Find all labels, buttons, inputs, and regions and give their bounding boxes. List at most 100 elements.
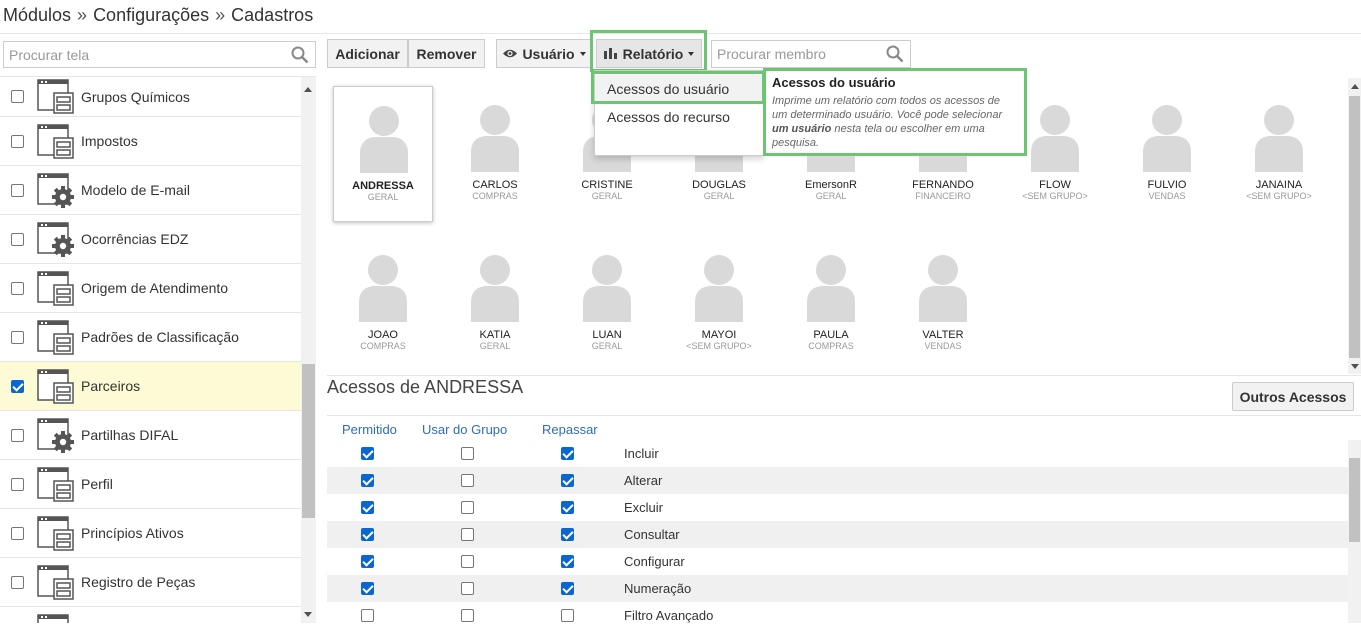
repassar-checkbox[interactable] <box>561 555 574 568</box>
sidebar-item[interactable]: Ocorrências EDZ <box>0 215 301 264</box>
usar-do-grupo-checkbox[interactable] <box>461 501 474 514</box>
permitido-checkbox[interactable] <box>361 447 374 460</box>
breadcrumb-configuracoes[interactable]: Configurações <box>93 5 209 26</box>
permitido-checkbox[interactable] <box>361 528 374 541</box>
user-name: FLOW <box>1039 179 1071 191</box>
sidebar-item[interactable]: Registro de Peças <box>0 558 301 607</box>
sidebar-item-checkbox[interactable] <box>11 183 24 197</box>
user-card[interactable]: PAULA COMPRAS <box>781 236 881 372</box>
sidebar-item[interactable]: Grupos Químicos <box>0 77 301 117</box>
user-name: MAYOI <box>701 329 737 341</box>
user-card[interactable]: JANAINA <SEM GRUPO> <box>1229 86 1329 222</box>
sidebar-item-checkbox[interactable] <box>11 134 24 148</box>
breadcrumb-separator: » <box>215 5 226 25</box>
sidebar-item-checkbox[interactable] <box>11 428 24 442</box>
sidebar-item[interactable]: Perfil <box>0 460 301 509</box>
breadcrumb: Módulos » Configurações » Cadastros <box>3 5 313 26</box>
screen-list: Grupos Químicos Impostos Modelo de E-mail O… <box>0 76 316 623</box>
usar-do-grupo-checkbox[interactable] <box>461 447 474 460</box>
repassar-checkbox[interactable] <box>561 609 574 622</box>
sidebar-item-label: Origem de Atendimento <box>81 280 229 296</box>
search-icon[interactable] <box>886 45 904 63</box>
repassar-checkbox[interactable] <box>561 474 574 487</box>
sidebar-item-checkbox[interactable] <box>11 232 24 246</box>
repassar-checkbox[interactable] <box>561 447 574 460</box>
member-search-box <box>711 40 911 68</box>
sidebar-item-label: Partilhas DIFAL <box>81 427 179 443</box>
user-card[interactable]: ANDRESSA GERAL <box>333 86 433 222</box>
breadcrumb-modulos[interactable]: Módulos <box>3 5 71 26</box>
user-group: FINANCEIRO <box>915 191 971 201</box>
sidebar-item[interactable]: Princípios Ativos <box>0 509 301 558</box>
user-card[interactable]: JOAO COMPRAS <box>333 236 433 372</box>
search-icon[interactable] <box>291 46 309 64</box>
usar-do-grupo-checkbox[interactable] <box>461 555 474 568</box>
remove-button[interactable]: Remover <box>408 39 485 68</box>
permitido-checkbox[interactable] <box>361 582 374 595</box>
sidebar-item-label: Padrões de Classificação <box>81 329 239 345</box>
report-button-highlight <box>590 30 707 72</box>
screen-search-input[interactable] <box>4 42 315 67</box>
sidebar-item-partial[interactable] <box>0 607 301 623</box>
sidebar-item-checkbox[interactable] <box>11 575 24 589</box>
sidebar-item-checkbox[interactable] <box>11 90 24 103</box>
sidebar-item[interactable]: Origem de Atendimento <box>0 264 301 313</box>
permissions-scrollbar-thumb[interactable] <box>1349 458 1360 542</box>
sidebar-scrollbar-thumb[interactable] <box>302 364 315 518</box>
users-scroll-up-icon[interactable] <box>1351 84 1359 89</box>
other-access-button[interactable]: Outros Acessos <box>1232 382 1354 411</box>
usar-do-grupo-checkbox[interactable] <box>461 474 474 487</box>
user-name: ANDRESSA <box>352 180 414 192</box>
user-card[interactable]: KATIA GERAL <box>445 236 545 372</box>
sidebar-item-checkbox[interactable] <box>11 526 24 540</box>
users-scroll-down-icon[interactable] <box>1351 364 1359 369</box>
avatar <box>581 250 633 322</box>
user-name: LUAN <box>592 329 622 341</box>
repassar-checkbox[interactable] <box>561 582 574 595</box>
permission-row: Alterar <box>327 467 1348 494</box>
user-card[interactable]: VALTER VENDAS <box>893 236 993 372</box>
users-scrollbar-thumb[interactable] <box>1349 96 1360 358</box>
sidebar-item-label: Impostos <box>81 133 138 149</box>
usar-do-grupo-checkbox[interactable] <box>461 582 474 595</box>
repassar-checkbox[interactable] <box>561 501 574 514</box>
permitido-checkbox[interactable] <box>361 555 374 568</box>
usar-do-grupo-checkbox[interactable] <box>461 528 474 541</box>
user-name: EmersonR <box>805 179 857 191</box>
form-icon <box>37 271 75 307</box>
sidebar-item-checkbox[interactable] <box>11 330 24 344</box>
user-card[interactable]: CARLOS COMPRAS <box>445 86 545 222</box>
sidebar-item-checkbox[interactable] <box>11 281 24 295</box>
menu-item-resource-access[interactable]: Acessos do recurso <box>595 103 763 131</box>
sidebar-scrollbar[interactable] <box>301 77 316 623</box>
gear-window-icon <box>37 418 75 454</box>
sidebar-scroll-up-icon[interactable] <box>304 87 312 92</box>
sidebar-item-label: Grupos Químicos <box>81 88 190 105</box>
add-button[interactable]: Adicionar <box>327 39 408 68</box>
usar-do-grupo-checkbox[interactable] <box>461 609 474 622</box>
permitido-checkbox[interactable] <box>361 609 374 622</box>
user-card[interactable]: LUAN GERAL <box>557 236 657 372</box>
user-card[interactable]: MAYOI <SEM GRUPO> <box>669 236 769 372</box>
permission-label: Filtro Avançado <box>624 608 714 623</box>
member-search-input[interactable] <box>712 41 910 67</box>
sidebar-item-checkbox[interactable] <box>11 477 24 491</box>
repassar-checkbox[interactable] <box>561 528 574 541</box>
permitido-checkbox[interactable] <box>361 501 374 514</box>
sidebar-item[interactable]: Modelo de E-mail <box>0 166 301 215</box>
sidebar-item-checkbox[interactable] <box>11 379 24 393</box>
sidebar-item[interactable]: Partilhas DIFAL <box>0 411 301 460</box>
user-menu-button[interactable]: Usuário <box>496 39 592 68</box>
screen-list-items: Grupos Químicos Impostos Modelo de E-mail O… <box>0 77 301 623</box>
user-name: FULVIO <box>1147 179 1187 191</box>
sidebar-scroll-down-icon[interactable] <box>304 612 312 617</box>
permitido-checkbox[interactable] <box>361 474 374 487</box>
user-name: CRISTINE <box>581 179 633 191</box>
sidebar-item[interactable]: Padrões de Classificação <box>0 313 301 362</box>
user-group: <SEM GRUPO> <box>1022 191 1088 201</box>
sidebar-item[interactable]: Parceiros <box>0 362 301 411</box>
user-card[interactable]: FULVIO VENDAS <box>1117 86 1217 222</box>
sidebar-item[interactable]: Impostos <box>0 117 301 166</box>
breadcrumb-separator: » <box>77 5 88 25</box>
user-group: <SEM GRUPO> <box>1246 191 1312 201</box>
